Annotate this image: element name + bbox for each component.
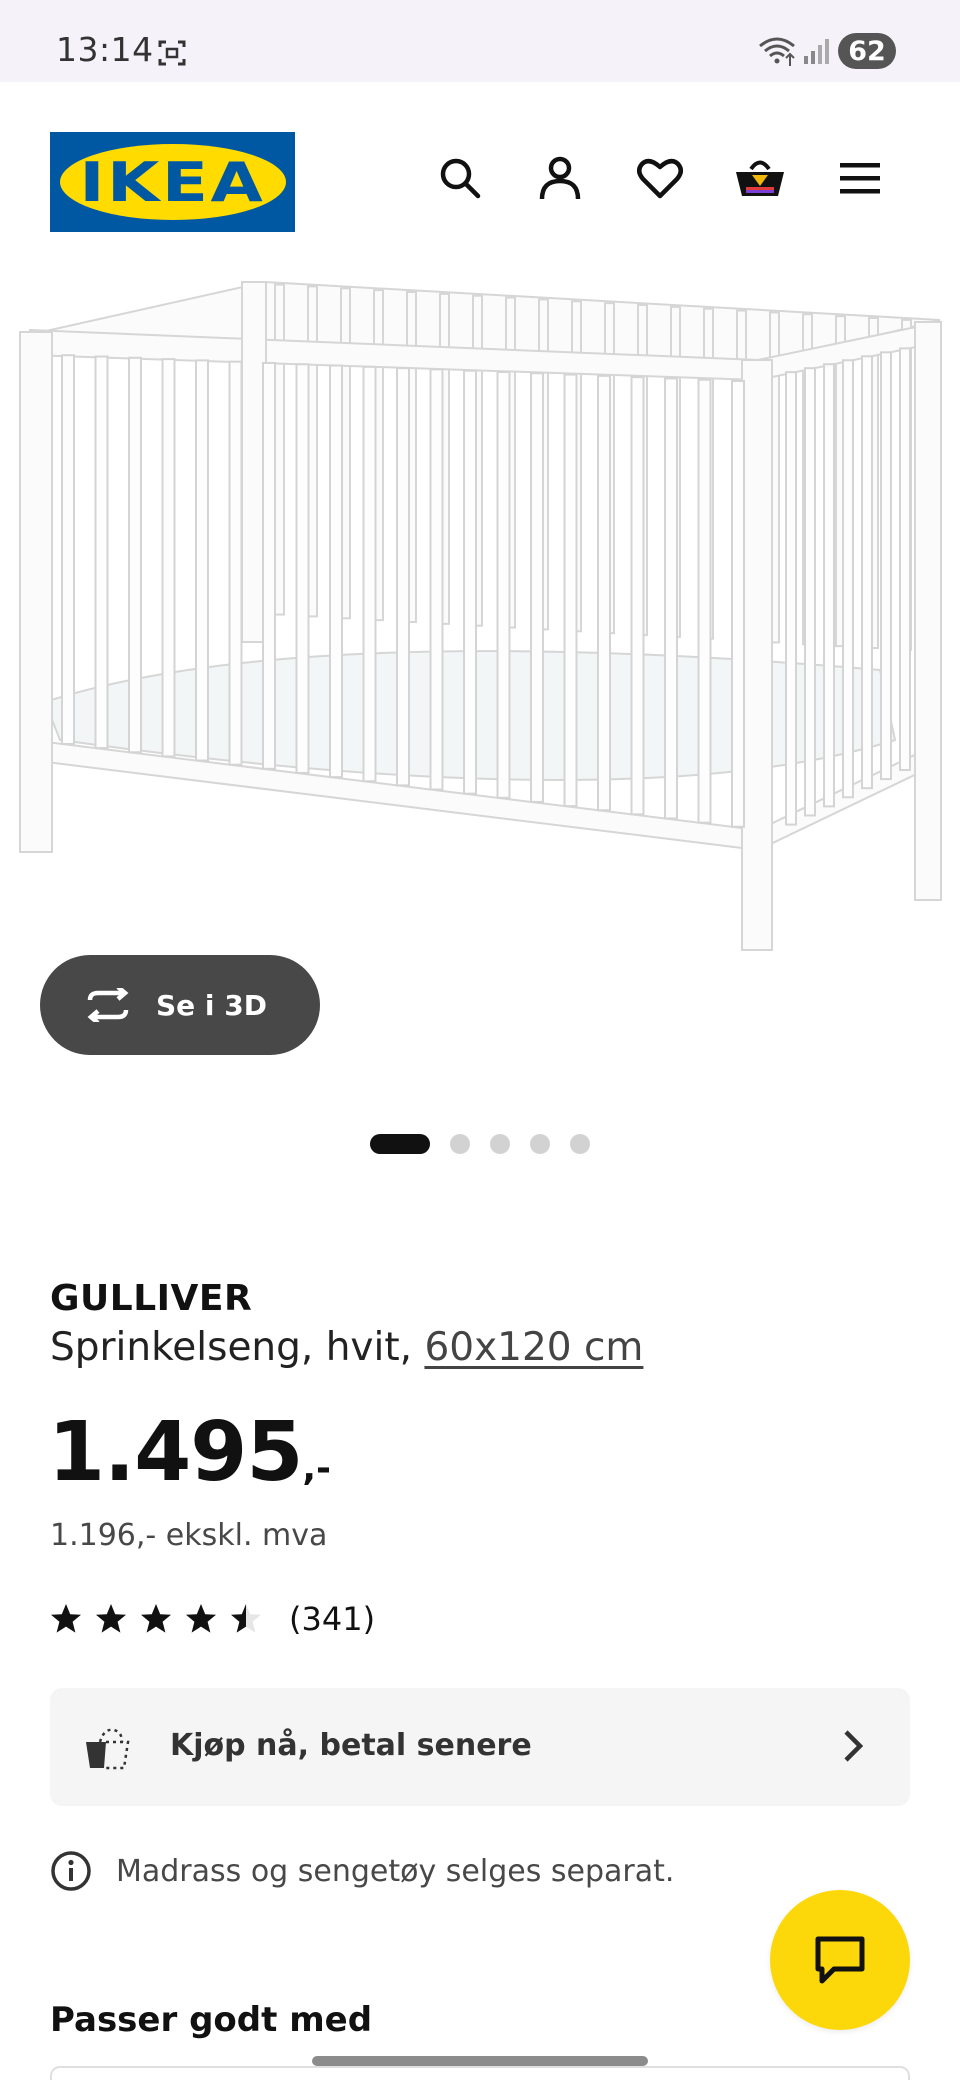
logo-text: IKEA — [79, 150, 266, 214]
carousel-dot[interactable] — [530, 1134, 550, 1154]
home-indicator[interactable] — [312, 2056, 648, 2066]
crib-side-bar — [842, 359, 854, 799]
buy-now-pay-later-button[interactable]: Kjøp nå, betal senere — [50, 1688, 910, 1806]
chat-icon — [815, 1936, 865, 1984]
price-main: 1.495 — [48, 1405, 303, 1500]
star-rating — [50, 1603, 275, 1635]
crib-bar — [161, 358, 176, 758]
crib-bar — [463, 369, 477, 795]
review-count[interactable]: (341) — [289, 1600, 375, 1638]
info-icon — [51, 1851, 91, 1891]
search-icon[interactable] — [434, 152, 486, 204]
menu-icon[interactable] — [834, 152, 886, 204]
crib-bar — [664, 377, 678, 820]
related-product-card[interactable] — [50, 2066, 910, 2080]
crib-bar — [262, 361, 276, 770]
crib-side-bar — [804, 367, 816, 817]
star-icon — [186, 1604, 216, 1633]
wifi-icon — [759, 37, 795, 66]
crib-bar — [697, 378, 712, 824]
price: 1.495,- — [48, 1405, 331, 1500]
rotate-3d-icon — [87, 988, 129, 1022]
crib-back-bar — [274, 283, 285, 616]
crib-side-bar — [785, 371, 797, 826]
crib-side-bar — [880, 351, 892, 781]
crib-bar — [329, 364, 343, 779]
account-icon[interactable] — [534, 152, 586, 204]
screenshot-icon — [158, 40, 186, 66]
crib-bar — [362, 365, 377, 783]
carousel-dot[interactable] — [570, 1134, 590, 1154]
crib-bar — [195, 359, 209, 762]
status-time: 13:14 — [56, 30, 154, 69]
crib-bar — [530, 372, 544, 803]
bnpl-label: Kjøp nå, betal senere — [170, 1728, 532, 1763]
notice: Madrass og sengetøy selges separat. — [50, 1850, 674, 1892]
status-bar: 13:14 62 — [0, 0, 960, 82]
crib-bar — [630, 376, 645, 816]
crib-side-bar — [823, 363, 835, 808]
shopping-bag-icon — [86, 1728, 130, 1770]
product-type: Sprinkelseng, hvit, — [50, 1325, 425, 1370]
crib-bar — [228, 360, 243, 766]
crib-side-bar — [861, 355, 873, 790]
battery-indicator: 62 — [838, 33, 896, 69]
view-3d-label: Se i 3D — [156, 988, 267, 1022]
crib-bar — [731, 380, 745, 828]
carousel-dot[interactable] — [490, 1134, 510, 1154]
star-icon — [141, 1604, 171, 1633]
price-ex-vat: 1.196,- ekskl. mva — [50, 1518, 328, 1553]
chevron-right-icon — [844, 1730, 864, 1762]
crib-bar — [429, 368, 444, 791]
ikea-logo[interactable]: IKEA — [50, 132, 295, 232]
crib-bar — [295, 363, 310, 774]
crib-bar — [597, 374, 611, 812]
carousel-dots — [0, 1133, 960, 1155]
product-description: Sprinkelseng, hvit, 60x120 cm — [50, 1325, 643, 1370]
crib-bar — [496, 370, 511, 799]
chat-button[interactable] — [770, 1890, 910, 2030]
section-title: Passer godt med — [50, 2000, 373, 2040]
price-suffix: ,- — [302, 1448, 331, 1489]
star-icon — [51, 1604, 81, 1633]
crib-side-bar — [899, 347, 911, 771]
rating[interactable]: (341) — [50, 1600, 375, 1638]
heart-icon[interactable] — [634, 152, 686, 204]
carousel-dot[interactable] — [370, 1134, 430, 1154]
star-icon — [96, 1604, 126, 1633]
notice-text: Madrass og sengetøy selges separat. — [116, 1853, 675, 1889]
signal-icon — [804, 39, 829, 64]
star-icon — [231, 1604, 261, 1633]
size-link[interactable]: 60x120 cm — [424, 1325, 643, 1370]
product-name: GULLIVER — [50, 1278, 253, 1319]
crib-bar — [396, 367, 410, 787]
logo-oval: IKEA — [59, 144, 286, 220]
carousel-dot[interactable] — [450, 1134, 470, 1154]
product-image-crib[interactable] — [0, 270, 960, 960]
crib-bar — [563, 373, 578, 808]
crib-bar — [61, 354, 75, 745]
crib-bar — [128, 356, 142, 754]
crib-bar — [94, 355, 109, 750]
view-3d-button[interactable]: Se i 3D — [40, 955, 320, 1055]
cart-icon[interactable] — [734, 152, 786, 204]
